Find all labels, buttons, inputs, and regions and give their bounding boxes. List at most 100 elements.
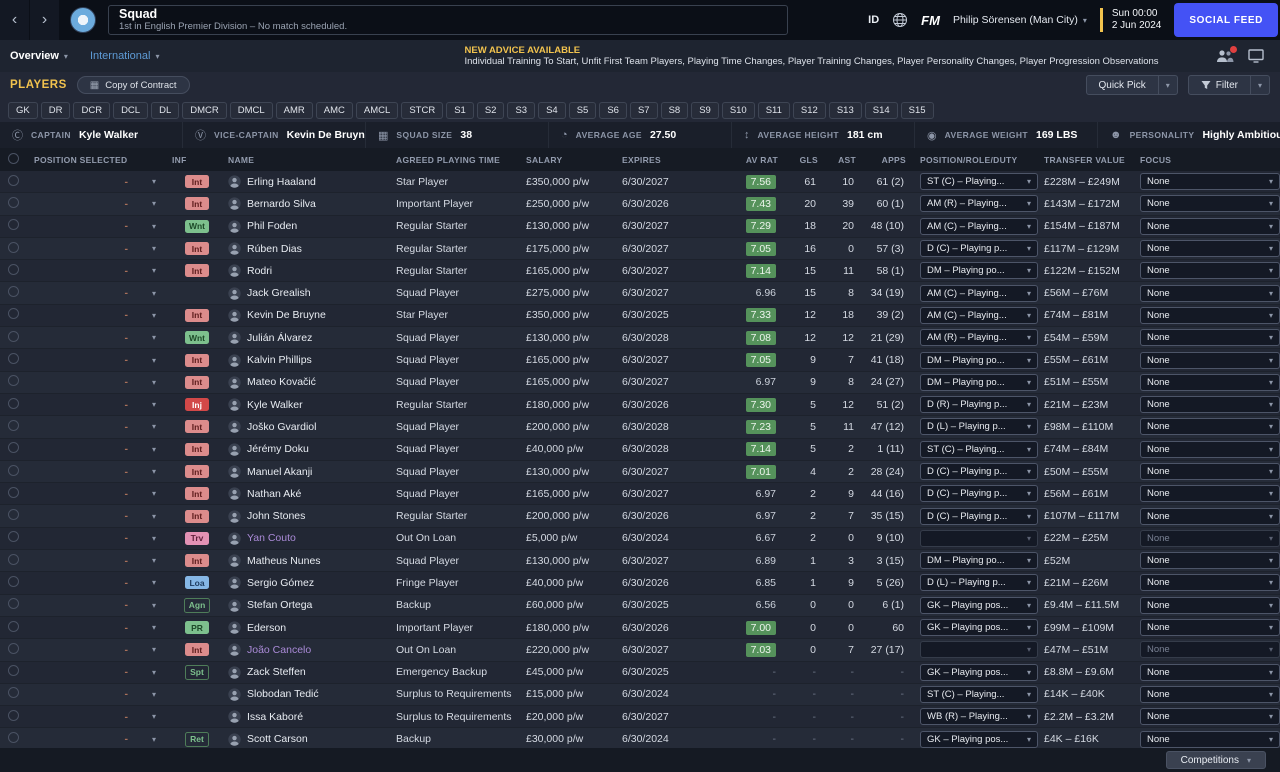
filter-button[interactable]: Filter ▾ xyxy=(1187,75,1270,95)
table-row[interactable]: - ▾ Int Erling Haaland Star Player £350,… xyxy=(0,171,1280,194)
position-selected-cell[interactable]: - ▾ xyxy=(28,599,166,611)
player-name-cell[interactable]: Joško Gvardiol xyxy=(222,420,390,434)
row-select-checkbox[interactable] xyxy=(8,286,19,298)
player-name-cell[interactable]: Rodri xyxy=(222,264,390,278)
table-row[interactable]: - ▾ Wnt Phil Foden Regular Starter £130,… xyxy=(0,215,1280,238)
position-role-duty-dropdown[interactable]: DM – Playing po... ▾ xyxy=(920,262,1038,280)
position-filter-s7[interactable]: S7 xyxy=(629,101,658,119)
position-role-duty-dropdown[interactable]: AM (R) – Playing... ▾ xyxy=(920,195,1038,213)
player-name-cell[interactable]: Manuel Akanji xyxy=(222,465,390,478)
table-row[interactable]: - ▾ Int Joško Gvardiol Squad Player £200… xyxy=(0,416,1280,439)
focus-dropdown[interactable]: None ▾ xyxy=(1140,195,1280,213)
column-header-apps[interactable]: APPS xyxy=(864,155,914,165)
focus-dropdown[interactable]: None ▾ xyxy=(1140,351,1280,369)
position-selected-cell[interactable]: - ▾ xyxy=(28,733,166,745)
table-row[interactable]: - ▾ Int Rúben Dias Regular Starter £175,… xyxy=(0,237,1280,261)
player-name-cell[interactable]: Slobodan Tedić xyxy=(222,688,390,701)
focus-dropdown[interactable]: None ▾ xyxy=(1140,485,1280,503)
position-filter-s14[interactable]: S14 xyxy=(864,101,898,119)
position-selected-cell[interactable]: - ▾ xyxy=(28,443,166,455)
position-filter-amr[interactable]: AMR xyxy=(275,101,313,119)
position-selected-cell[interactable]: - ▾ xyxy=(28,510,166,522)
player-name-cell[interactable]: Rúben Dias xyxy=(222,242,390,255)
position-filter-s9[interactable]: S9 xyxy=(691,101,719,119)
row-select-checkbox[interactable] xyxy=(8,709,19,721)
focus-dropdown[interactable]: None ▾ xyxy=(1140,262,1280,280)
focus-dropdown[interactable]: None ▾ xyxy=(1140,663,1280,681)
position-selected-cell[interactable]: - ▾ xyxy=(28,644,166,656)
position-filter-s5[interactable]: S5 xyxy=(568,101,597,119)
player-name-cell[interactable]: Erling Haaland xyxy=(222,175,390,188)
focus-dropdown[interactable]: None ▾ xyxy=(1140,730,1280,748)
back-button[interactable]: ‹ xyxy=(0,0,30,40)
focus-dropdown[interactable]: None ▾ xyxy=(1140,440,1280,458)
view-selector-button[interactable]: ▦ Copy of Contract xyxy=(76,76,190,94)
player-name-cell[interactable]: Matheus Nunes xyxy=(222,554,390,567)
position-role-duty-dropdown[interactable]: AM (C) – Playing... ▾ xyxy=(920,217,1038,235)
table-row[interactable]: - ▾ Int Nathan Aké Squad Player £165,000… xyxy=(0,483,1280,506)
column-header-av-rat[interactable]: AV RAT xyxy=(720,155,786,165)
position-selected-cell[interactable]: - ▾ xyxy=(28,688,166,700)
position-selected-cell[interactable]: - ▾ xyxy=(28,198,166,210)
position-filter-dr[interactable]: DR xyxy=(40,101,71,119)
position-role-duty-dropdown[interactable]: WB (R) – Playing... ▾ xyxy=(920,708,1038,726)
table-row[interactable]: - ▾ Issa Kaboré Surplus to Requirements … xyxy=(0,706,1280,729)
row-select-checkbox[interactable] xyxy=(8,732,19,744)
focus-dropdown[interactable]: None ▾ xyxy=(1140,240,1280,258)
focus-dropdown[interactable]: None ▾ xyxy=(1140,173,1280,191)
position-role-duty-dropdown[interactable]: ST (C) – Playing... ▾ xyxy=(920,440,1038,458)
position-selected-cell[interactable]: - ▾ xyxy=(28,466,166,478)
row-select-checkbox[interactable] xyxy=(8,442,19,454)
row-select-checkbox[interactable] xyxy=(8,330,19,342)
focus-dropdown[interactable]: None ▾ xyxy=(1140,619,1280,637)
position-filter-s1[interactable]: S1 xyxy=(446,101,474,119)
focus-dropdown[interactable]: None ▾ xyxy=(1140,329,1280,347)
position-filter-s4[interactable]: S4 xyxy=(538,101,566,119)
row-select-checkbox[interactable] xyxy=(8,598,19,610)
focus-dropdown[interactable]: None ▾ xyxy=(1140,708,1280,726)
focus-dropdown[interactable]: None ▾ xyxy=(1140,574,1280,592)
table-row[interactable]: - ▾ Trv Yan Couto Out On Loan £5,000 p/w… xyxy=(0,527,1280,551)
row-select-checkbox[interactable] xyxy=(8,419,19,431)
select-all-checkbox[interactable] xyxy=(8,152,19,164)
position-role-duty-dropdown[interactable]: D (C) – Playing p... ▾ xyxy=(920,463,1038,480)
chevron-down-icon[interactable]: ▾ xyxy=(1249,76,1269,94)
player-name-cell[interactable]: Mateo Kovačić xyxy=(222,376,390,389)
position-role-duty-dropdown[interactable]: D (C) – Playing p... ▾ xyxy=(920,507,1038,525)
position-filter-stcr[interactable]: STCR xyxy=(401,101,444,119)
position-selected-cell[interactable]: - ▾ xyxy=(28,354,166,366)
player-name-cell[interactable]: João Cancelo xyxy=(222,643,390,657)
player-name-cell[interactable]: Bernardo Silva xyxy=(222,197,390,211)
row-select-checkbox[interactable] xyxy=(8,642,19,654)
position-selected-cell[interactable]: - ▾ xyxy=(28,622,166,634)
position-filter-dcr[interactable]: DCR xyxy=(73,101,111,119)
player-name-cell[interactable]: Jérémy Doku xyxy=(222,443,390,456)
position-role-duty-dropdown[interactable]: ST (C) – Playing... ▾ xyxy=(920,173,1038,191)
position-selected-cell[interactable]: - ▾ xyxy=(28,332,166,344)
row-select-checkbox[interactable] xyxy=(8,263,19,275)
position-role-duty-dropdown[interactable]: ▾ xyxy=(920,529,1038,547)
player-name-cell[interactable]: Scott Carson xyxy=(222,732,390,746)
tab-international[interactable]: International ▾ xyxy=(90,50,160,62)
focus-dropdown[interactable]: None ▾ xyxy=(1140,529,1280,547)
column-header-position-role-duty[interactable]: POSITION/ROLE/DUTY xyxy=(914,155,1038,165)
table-row[interactable]: - ▾ Agn Stefan Ortega Backup £60,000 p/w… xyxy=(0,594,1280,617)
position-filter-s11[interactable]: S11 xyxy=(757,101,790,119)
position-selected-cell[interactable]: - ▾ xyxy=(28,309,166,321)
position-role-duty-dropdown[interactable]: GK – Playing pos... ▾ xyxy=(920,619,1038,637)
page-title-box[interactable]: Squad 1st in English Premier Division – … xyxy=(108,5,788,35)
column-header-gls[interactable]: GLS xyxy=(786,155,826,165)
table-row[interactable]: - ▾ Int João Cancelo Out On Loan £220,00… xyxy=(0,639,1280,662)
table-row[interactable]: - ▾ Jack Grealish Squad Player £275,000 … xyxy=(0,282,1280,305)
row-select-checkbox[interactable] xyxy=(8,575,19,587)
row-select-checkbox[interactable] xyxy=(8,174,19,186)
player-name-cell[interactable]: Sergio Gómez xyxy=(222,576,390,590)
row-select-checkbox[interactable] xyxy=(8,509,19,521)
position-selected-cell[interactable]: - ▾ xyxy=(28,488,166,500)
position-role-duty-dropdown[interactable]: D (R) – Playing p... ▾ xyxy=(920,396,1038,414)
position-selected-cell[interactable]: - ▾ xyxy=(28,555,166,567)
position-selected-cell[interactable]: - ▾ xyxy=(28,220,166,232)
column-header-inf[interactable]: INF xyxy=(166,155,222,165)
position-role-duty-dropdown[interactable]: D (L) – Playing p... ▾ xyxy=(920,574,1038,592)
player-name-cell[interactable]: John Stones xyxy=(222,509,390,523)
